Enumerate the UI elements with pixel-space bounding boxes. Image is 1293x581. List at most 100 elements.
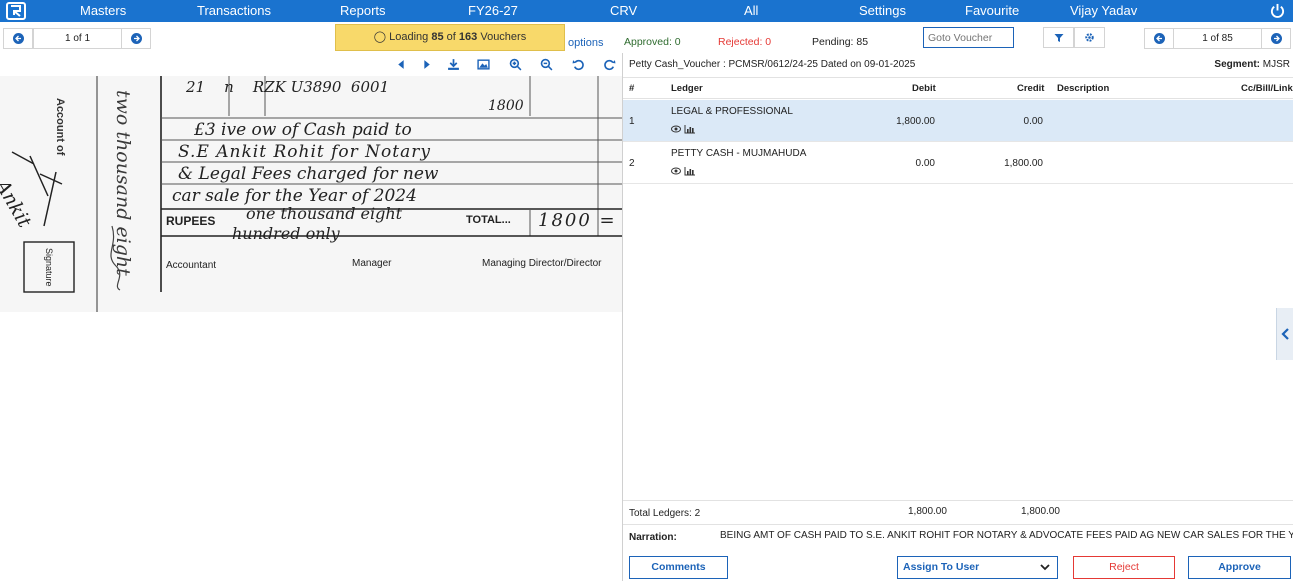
- narration-text: BEING AMT OF CASH PAID TO S.E. ANKIT ROH…: [720, 530, 1293, 541]
- nav-reports[interactable]: Reports: [340, 0, 386, 22]
- nav-financial-year[interactable]: FY26-27: [468, 0, 518, 22]
- doc-manager-label: Manager: [352, 258, 392, 269]
- right-prev-button[interactable]: [1144, 28, 1174, 49]
- total-credit: 1,800.00: [1021, 506, 1060, 517]
- loading-suffix: Vouchers: [480, 31, 527, 43]
- segment-value: MJSR: [1262, 59, 1290, 70]
- chart-icon[interactable]: [684, 125, 695, 134]
- left-prev-button[interactable]: [3, 28, 33, 49]
- narration-row: Narration: BEING AMT OF CASH PAID TO S.E…: [623, 524, 1293, 548]
- row-number: 2: [629, 158, 635, 169]
- rotate-right-icon[interactable]: [603, 58, 616, 71]
- loading-total: 163: [458, 31, 478, 43]
- nav-crv[interactable]: CRV: [610, 0, 637, 22]
- filter-button[interactable]: [1043, 27, 1074, 48]
- table-row[interactable]: 2 PETTY CASH - MUJMAHUDA 0.00 1,800.00: [623, 142, 1293, 184]
- next-image-icon[interactable]: [420, 58, 433, 71]
- loading-prefix: Loading: [389, 31, 429, 43]
- options-link[interactable]: options: [568, 37, 603, 49]
- doc-accountant-label: Accountant: [166, 260, 217, 271]
- pending-count[interactable]: Pending: 85: [812, 36, 868, 48]
- image-icon[interactable]: [477, 58, 490, 71]
- doc-director-label: Managing Director/Director: [482, 258, 602, 269]
- logo-icon[interactable]: [6, 2, 26, 20]
- narration-label: Narration:: [629, 532, 677, 543]
- doc-signature-label: Signature: [44, 248, 54, 287]
- download-icon[interactable]: [447, 58, 460, 71]
- side-panel-toggle[interactable]: [1276, 308, 1293, 360]
- col-number: #: [629, 83, 635, 94]
- zoom-out-icon[interactable]: [540, 58, 553, 71]
- chart-icon[interactable]: [684, 167, 695, 176]
- right-page-indicator: 1 of 85: [1173, 28, 1262, 49]
- next-icon: [1270, 33, 1282, 44]
- doc-side-handwriting: two thousand eight: [112, 90, 134, 276]
- row-credit: 1,800.00: [1004, 158, 1043, 169]
- loading-of: of: [446, 31, 456, 43]
- row-debit: 0.00: [915, 158, 935, 169]
- next-icon: [130, 33, 142, 44]
- rotate-left-icon[interactable]: [572, 58, 585, 71]
- segment: Segment: MJSR: [1214, 59, 1290, 70]
- comments-button[interactable]: Comments: [629, 556, 728, 579]
- power-icon[interactable]: [1270, 3, 1285, 18]
- nav-settings[interactable]: Settings: [859, 0, 906, 22]
- doc-total-label: TOTAL...: [466, 214, 511, 226]
- nav-masters[interactable]: Masters: [80, 0, 126, 22]
- loading-current: 85: [431, 31, 444, 43]
- doc-line-7: one thousand eight: [246, 204, 403, 223]
- nav-transactions[interactable]: Transactions: [197, 0, 271, 22]
- voucher-image[interactable]: Account of two thousand eight Ankit Sign…: [0, 76, 622, 312]
- segment-label: Segment:: [1214, 59, 1260, 70]
- spinner-icon: ◯: [373, 31, 387, 43]
- rejected-count[interactable]: Rejected: 0: [718, 36, 771, 48]
- prev-image-icon[interactable]: [395, 58, 408, 71]
- reject-button[interactable]: Reject: [1073, 556, 1175, 579]
- doc-line-4: S.E Ankit Rohit for Notary: [178, 142, 431, 162]
- eye-icon[interactable]: [671, 167, 681, 175]
- approve-button[interactable]: Approve: [1188, 556, 1291, 579]
- row-actions: [671, 125, 695, 134]
- prev-icon: [1153, 33, 1165, 44]
- goto-voucher-input[interactable]: [923, 27, 1014, 48]
- col-cc-bill-link: Cc/Bill/Link: [1241, 83, 1293, 94]
- col-description: Description: [1057, 83, 1110, 94]
- right-next-button[interactable]: [1261, 28, 1291, 49]
- doc-line-8: hundred only: [232, 224, 340, 243]
- assign-to-user-label: Assign To User: [903, 561, 980, 573]
- nav-favourite[interactable]: Favourite: [965, 0, 1019, 22]
- row-ledger: PETTY CASH - MUJMAHUDA: [671, 148, 807, 159]
- row-credit: 0.00: [1023, 116, 1043, 127]
- approved-count[interactable]: Approved: 0: [624, 36, 681, 48]
- zoom-in-icon[interactable]: [509, 58, 522, 71]
- doc-line-3: £3 ive ow of Cash paid to: [194, 120, 412, 140]
- ledger-table-header: # Ledger Debit Credit Description Cc/Bil…: [623, 77, 1293, 99]
- chevron-down-icon: [1040, 564, 1050, 571]
- voucher-info: Petty Cash_Voucher : PCMSR/0612/24-25 Da…: [629, 59, 916, 70]
- doc-line-6: car sale for the Year of 2024: [172, 186, 417, 206]
- row-actions: [671, 167, 695, 176]
- nav-user-name[interactable]: Vijay Yadav: [1070, 0, 1137, 22]
- assign-to-user-select[interactable]: Assign To User: [897, 556, 1058, 579]
- left-next-button[interactable]: [121, 28, 151, 49]
- nav-all[interactable]: All: [744, 0, 758, 22]
- row-ledger: LEGAL & PROFESSIONAL: [671, 106, 793, 117]
- table-row[interactable]: 1 LEGAL & PROFESSIONAL 1,800.00 0.00: [623, 100, 1293, 142]
- top-nav: Masters Transactions Reports FY26-27 CRV…: [0, 0, 1293, 22]
- doc-account-of: Account of: [54, 98, 66, 156]
- doc-line-2: 1800: [488, 98, 524, 114]
- eye-icon[interactable]: [671, 125, 681, 133]
- doc-line-5: & Legal Fees charged for new: [178, 164, 439, 184]
- total-debit: 1,800.00: [908, 506, 947, 517]
- loading-toast: ◯ Loading 85 of 163 Vouchers: [335, 24, 565, 51]
- prev-icon: [12, 33, 24, 44]
- col-ledger: Ledger: [671, 83, 703, 94]
- total-ledgers: Total Ledgers: 2: [629, 508, 701, 519]
- doc-line-1: 21 n RZK U3890 6001: [186, 78, 390, 96]
- doc-rupees-label: RUPEES: [166, 214, 216, 228]
- row-debit: 1,800.00: [896, 116, 935, 127]
- col-credit: Credit: [1017, 83, 1045, 94]
- gear-icon: [1085, 33, 1094, 42]
- settings-button[interactable]: [1074, 27, 1105, 48]
- totals-row: Total Ledgers: 2 1,800.00 1,800.00: [623, 500, 1293, 524]
